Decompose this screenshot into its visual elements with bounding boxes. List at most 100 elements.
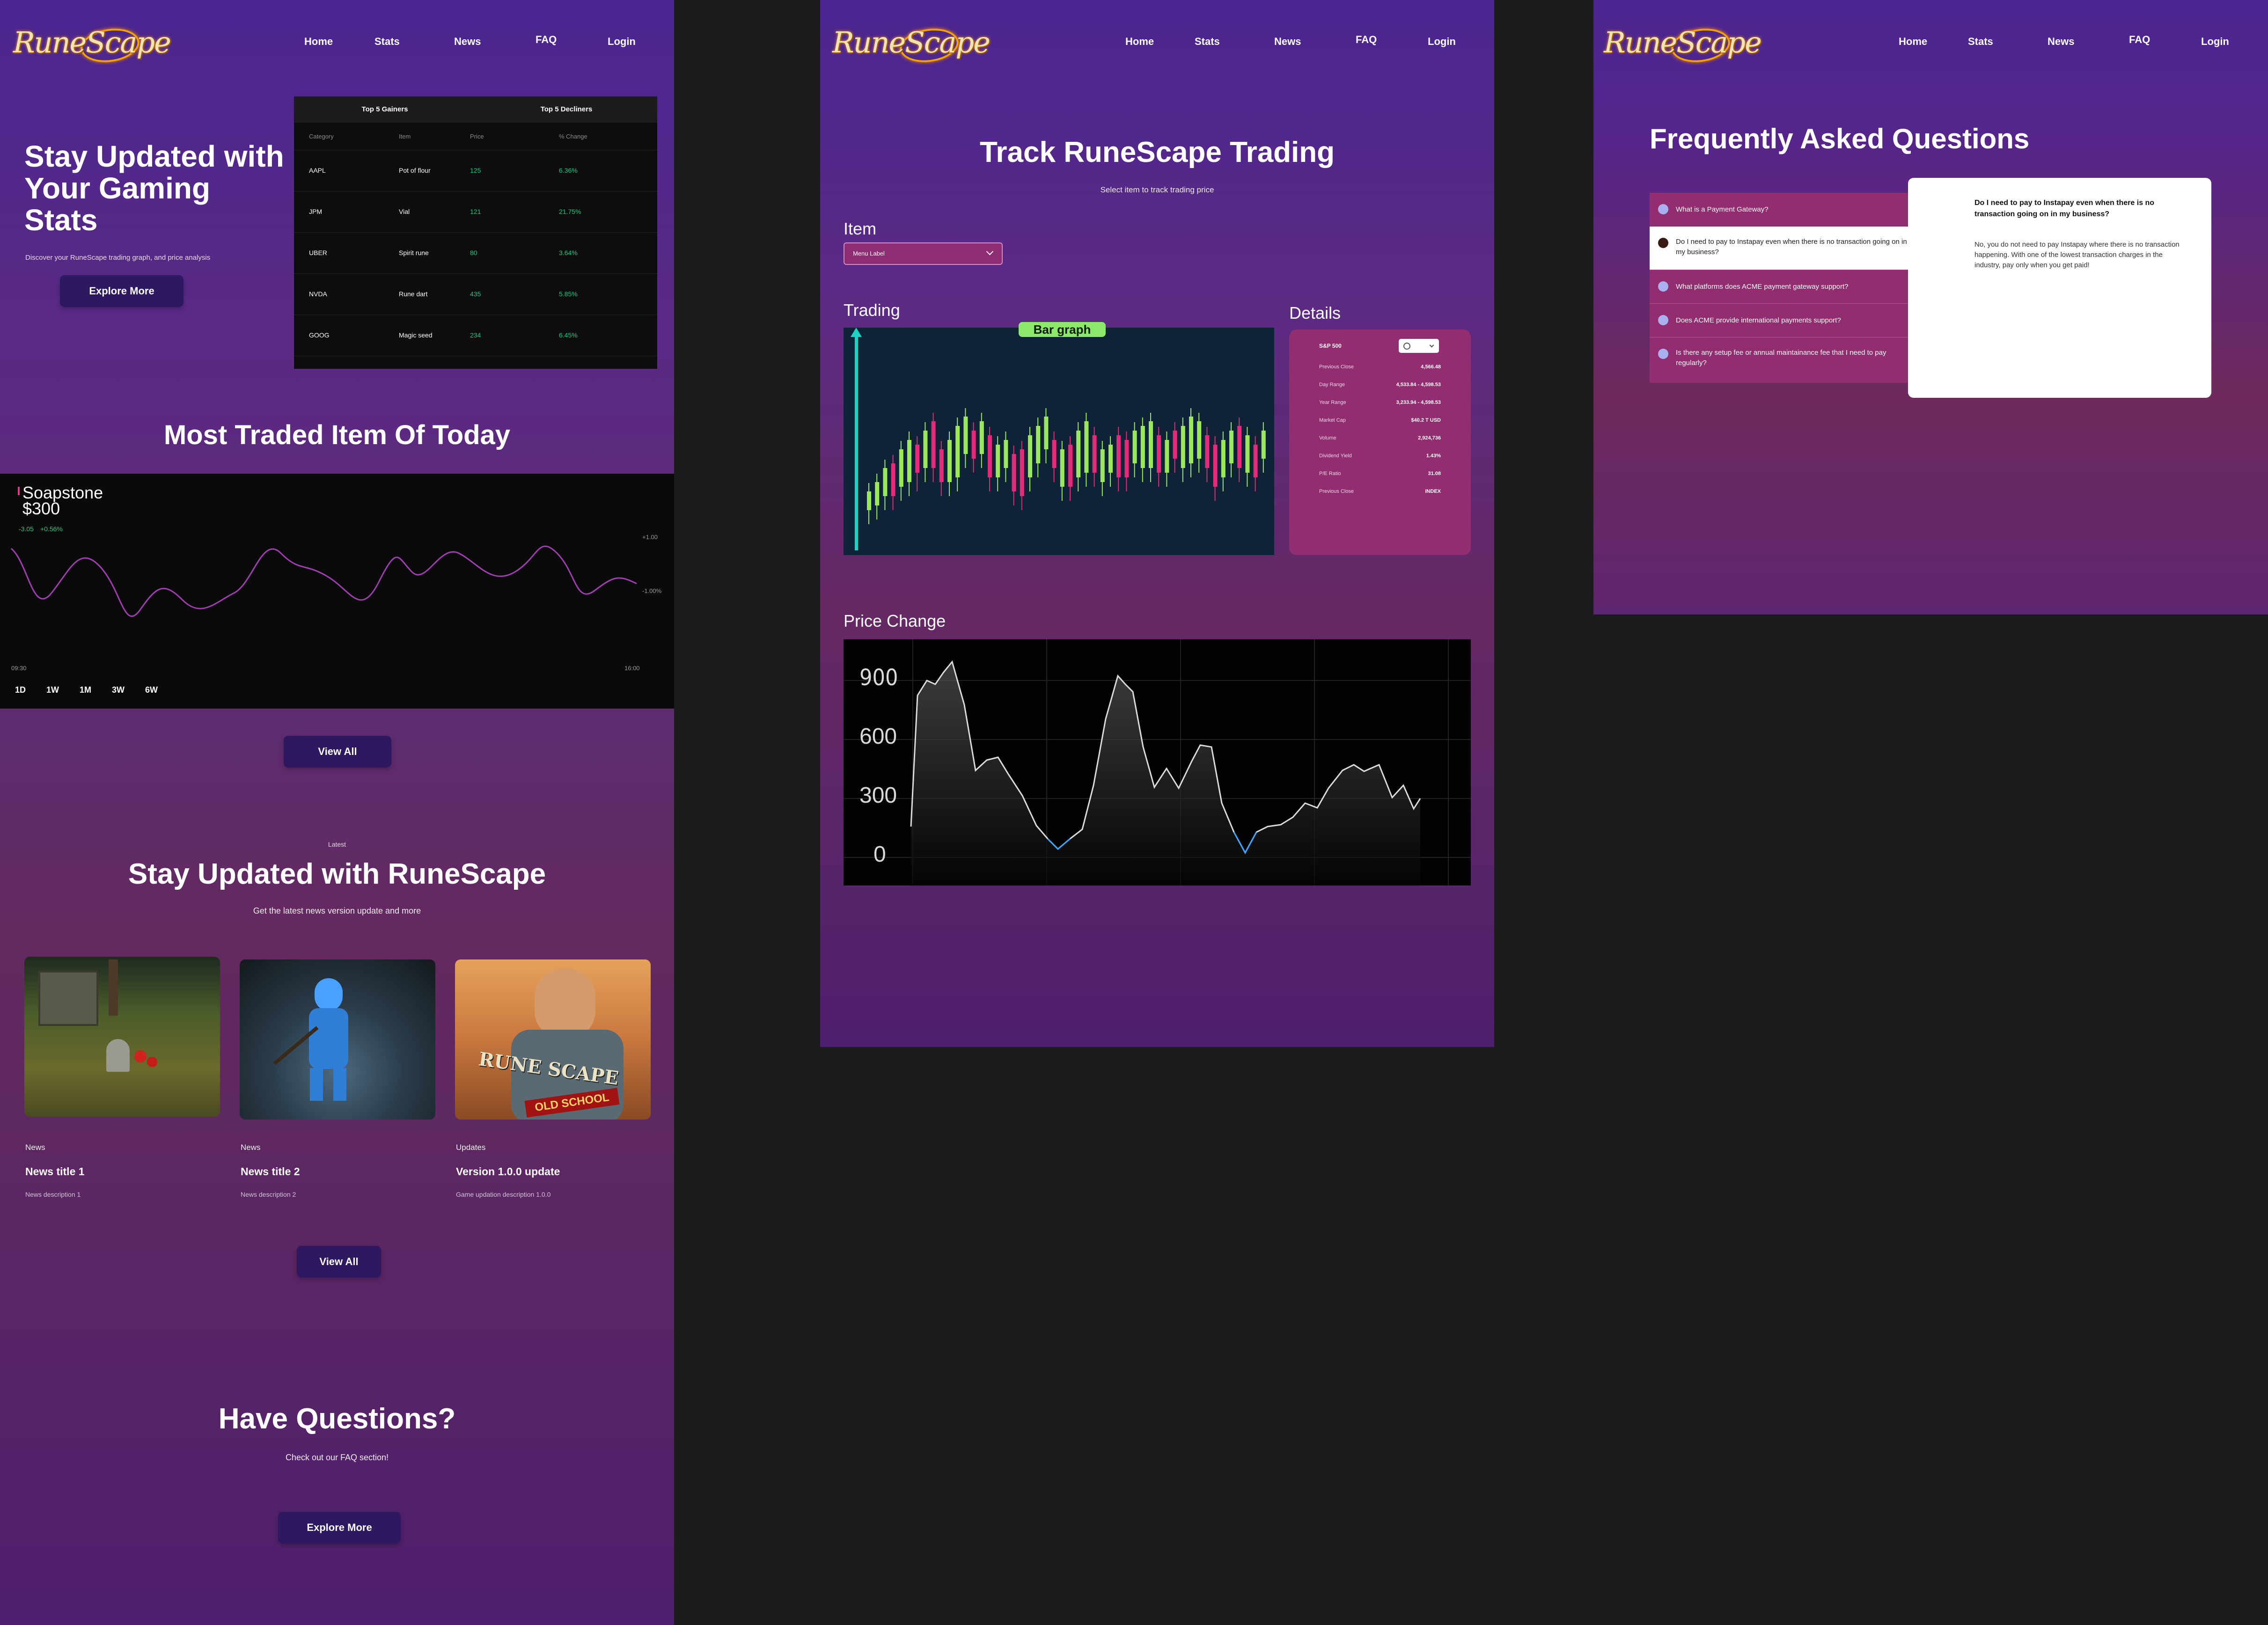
news-card-image-knight[interactable]	[240, 959, 435, 1120]
candle-bar	[1100, 449, 1105, 482]
news-card-description: Game updation description 1.0.0	[456, 1191, 551, 1198]
table-row[interactable]: UBER Spirit rune 80 3.64%	[294, 232, 657, 274]
candle-bar	[1140, 426, 1145, 468]
table-row[interactable]: JPM Vial 121 21.75%	[294, 191, 657, 233]
news-card-title[interactable]: News title 1	[25, 1165, 85, 1178]
nav-news[interactable]: News	[1274, 36, 1301, 48]
nav-login[interactable]: Login	[1428, 36, 1456, 48]
clock-icon	[1403, 343, 1410, 350]
details-card: S&P 500 Previous Close 4,566.48 Day Range…	[1289, 329, 1471, 555]
candle-bar	[1149, 421, 1153, 468]
col-category: Category	[309, 133, 334, 140]
faq-title: Frequently Asked Questions	[1650, 123, 2030, 154]
table-row[interactable]: AAPL Pot of flour 125 6.36%	[294, 150, 657, 191]
faq-bullet-icon	[1658, 281, 1668, 292]
nav-faq[interactable]: FAQ	[536, 34, 557, 46]
price-line-chart	[11, 545, 637, 617]
price-change-chart: 900 600 300 0	[844, 639, 1471, 886]
nav-faq[interactable]: FAQ	[2129, 34, 2150, 46]
range-1w[interactable]: 1W	[46, 685, 59, 695]
candle-bar	[1229, 431, 1233, 463]
candle-bar	[1173, 431, 1177, 459]
range-6w[interactable]: 6W	[145, 685, 158, 695]
nav-home[interactable]: Home	[304, 36, 333, 48]
candle-bar	[1253, 445, 1258, 477]
time-end-label: 16:00	[624, 665, 640, 672]
stats-page: RuneScape Home Stats News FAQ Login Trac…	[820, 0, 1494, 1047]
faq-item[interactable]: What platforms does ACME payment gateway…	[1650, 270, 1949, 304]
faq-bullet-icon	[1658, 315, 1668, 325]
col-item: Item	[399, 133, 411, 140]
candle-bar	[1052, 440, 1057, 468]
faq-answer-body: No, you do not need to pay Instapay wher…	[1974, 241, 2180, 269]
nav-faq[interactable]: FAQ	[1356, 34, 1377, 46]
nav-home[interactable]: Home	[1899, 36, 1927, 48]
price-area	[911, 662, 1420, 886]
faq-item[interactable]: What is a Payment Gateway? ›	[1650, 193, 1949, 227]
tab-gainers[interactable]: Top 5 Gainers	[294, 96, 476, 123]
axis-arrow-up-icon	[851, 328, 862, 337]
nav-login[interactable]: Login	[2201, 36, 2229, 48]
nav-stats[interactable]: Stats	[1968, 36, 1993, 48]
news-card-title[interactable]: Version 1.0.0 update	[456, 1165, 560, 1178]
news-card-title[interactable]: News title 2	[241, 1165, 300, 1178]
candle-bar	[1181, 426, 1185, 468]
hero-explore-button[interactable]: Explore More	[60, 275, 183, 307]
trading-panel: Bar graph	[844, 322, 1274, 555]
nav-stats[interactable]: Stats	[374, 36, 400, 48]
tab-decliners[interactable]: Top 5 Decliners	[476, 96, 657, 123]
nav-stats[interactable]: Stats	[1195, 36, 1220, 48]
candle-bar	[867, 491, 871, 510]
candle-bar	[955, 426, 960, 477]
axis-label-300: 300	[859, 783, 897, 808]
news-card-image-graveyard[interactable]	[24, 957, 220, 1117]
candle-bar	[923, 431, 928, 468]
table-header: Category Item Price % Change	[294, 123, 657, 150]
faq-item[interactable]: Is there any setup fee or annual maintai…	[1650, 337, 1949, 383]
chevron-down-icon	[1429, 343, 1434, 348]
nav-news[interactable]: News	[2048, 36, 2074, 48]
faq-explore-button[interactable]: Explore More	[278, 1512, 401, 1544]
news-card-category: Updates	[456, 1143, 486, 1152]
candlestick-chart	[851, 328, 1266, 550]
candle-bar	[1132, 431, 1137, 463]
most-traded-view-all-button[interactable]: View All	[284, 736, 391, 768]
candle-bar	[883, 468, 888, 496]
candle-bar	[1245, 435, 1250, 473]
stats-title: Track RuneScape Trading	[979, 136, 1335, 168]
range-3w[interactable]: 3W	[112, 685, 125, 695]
top-movers-table: Top 5 Gainers Top 5 Decliners Category I…	[294, 96, 657, 369]
news-card-category: News	[241, 1143, 261, 1152]
candle-bar	[1092, 435, 1097, 473]
faq-item-active[interactable]: Do I need to pay to Instapay even when t…	[1650, 227, 1949, 270]
details-selector[interactable]	[1399, 339, 1439, 353]
time-start-label: 09:30	[11, 665, 27, 672]
news-view-all-button[interactable]: View All	[297, 1246, 381, 1278]
candle-bar	[1205, 435, 1210, 468]
candle-bar	[1189, 417, 1193, 463]
range-1d[interactable]: 1D	[15, 685, 26, 695]
candle-bar	[947, 440, 952, 482]
candle-bar	[1068, 445, 1072, 487]
candle-bar	[1108, 445, 1113, 473]
details-label: Details	[1289, 303, 1341, 322]
item-select[interactable]: Menu Label	[844, 242, 1003, 265]
item-label: Item	[844, 219, 877, 238]
table-row[interactable]: NVDA Rune dart 435 5.85%	[294, 273, 657, 315]
nav-news[interactable]: News	[454, 36, 481, 48]
nav-login[interactable]: Login	[608, 36, 636, 48]
news-card-description: News description 1	[25, 1191, 81, 1198]
candle-bar	[907, 440, 911, 482]
candle-bar	[1036, 426, 1041, 463]
col-price: Price	[470, 133, 484, 140]
questions-subtitle: Check out our FAQ section!	[285, 1453, 389, 1462]
faq-item[interactable]: Does ACME provide international payments…	[1650, 303, 1949, 337]
nav-home[interactable]: Home	[1125, 36, 1154, 48]
candle-bar	[875, 482, 880, 505]
news-card-image-old-school[interactable]: RUNE SCAPE OLD SCHOOL	[455, 959, 651, 1120]
price-line	[11, 545, 637, 617]
range-1m[interactable]: 1M	[80, 685, 91, 695]
chart-type-badge[interactable]: Bar graph	[1019, 322, 1106, 337]
chart-axis-bar	[855, 334, 858, 550]
table-row[interactable]: GOOG Magic seed 234 6.45%	[294, 315, 657, 356]
